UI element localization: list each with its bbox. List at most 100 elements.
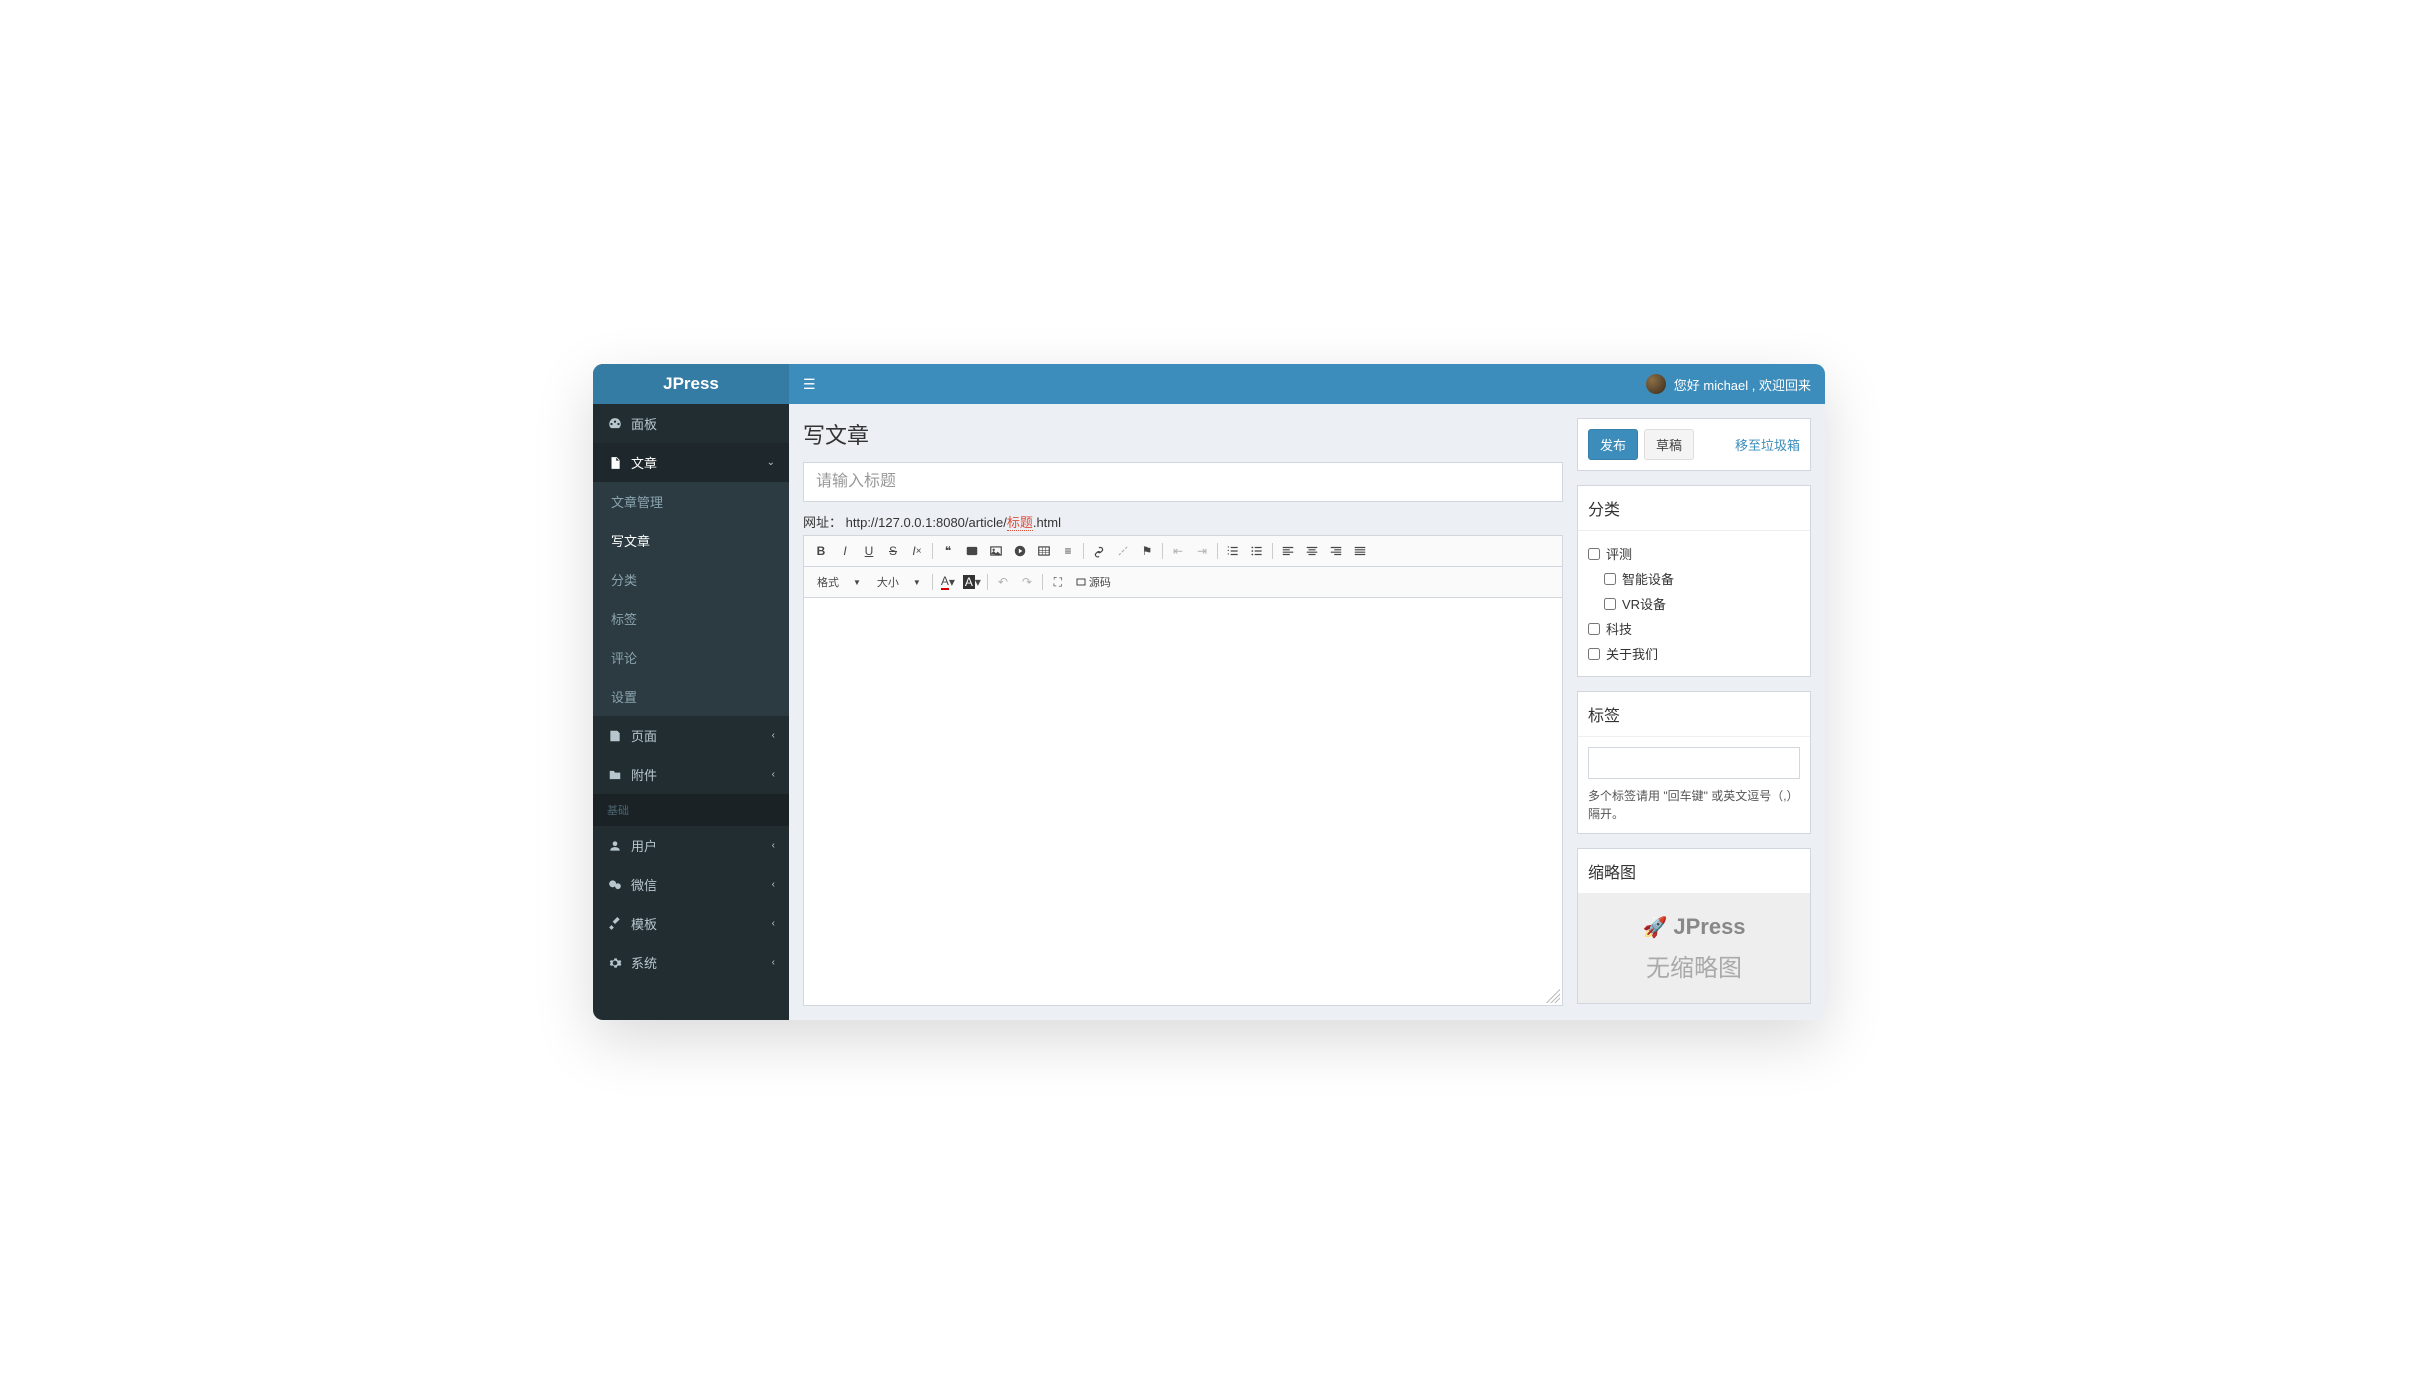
nav-article-setting[interactable]: 设置 — [593, 677, 789, 716]
no-thumbnail-text: 无缩略图 — [1578, 948, 1810, 983]
category-item[interactable]: VR设备 — [1588, 591, 1800, 616]
nav-article-tag[interactable]: 标签 — [593, 599, 789, 638]
sidebar: JPress 面板 文章 ⌄ 文章管理 写文章 分类 标签 评论 设置 页面 ‹ — [593, 364, 789, 1020]
bold-button[interactable]: B — [810, 540, 832, 562]
underline-button[interactable]: U — [858, 540, 880, 562]
nav-dashboard-label: 面板 — [631, 414, 657, 433]
nav-system[interactable]: 系统 ‹ — [593, 943, 789, 982]
indent-button[interactable]: ⇥ — [1191, 540, 1213, 562]
bg-color-button[interactable]: A▾ — [961, 571, 983, 593]
category-label: 智能设备 — [1622, 569, 1674, 588]
url-slug[interactable]: 标题 — [1007, 515, 1033, 531]
category-checkbox[interactable] — [1588, 648, 1600, 660]
url-label: 网址： — [803, 515, 842, 530]
tags-hint: 多个标签请用 "回车键" 或英文逗号（,）隔开。 — [1588, 787, 1800, 823]
nav-attachment[interactable]: 附件 ‹ — [593, 755, 789, 794]
folder-icon — [607, 768, 623, 782]
nav-article-comment[interactable]: 评论 — [593, 638, 789, 677]
url-suffix: .html — [1033, 515, 1061, 530]
chevron-left-icon: ‹ — [772, 879, 775, 890]
align-justify-button[interactable] — [1349, 540, 1371, 562]
image-button[interactable] — [985, 540, 1007, 562]
nav-page[interactable]: 页面 ‹ — [593, 716, 789, 755]
remove-format-button[interactable]: I× — [906, 540, 928, 562]
trash-link[interactable]: 移至垃圾箱 — [1735, 435, 1800, 454]
nav-article[interactable]: 文章 ⌄ — [593, 443, 789, 482]
brush-icon — [607, 917, 623, 931]
chevron-left-icon: ‹ — [772, 769, 775, 780]
category-item[interactable]: 智能设备 — [1588, 566, 1800, 591]
tags-input[interactable] — [1588, 747, 1800, 779]
nav-user[interactable]: 用户 ‹ — [593, 826, 789, 865]
chevron-down-icon: ⌄ — [767, 457, 775, 468]
category-checkbox[interactable] — [1588, 623, 1600, 635]
video-button[interactable] — [1009, 540, 1031, 562]
article-title-input[interactable] — [804, 463, 1562, 501]
nav-template-label: 模板 — [631, 914, 657, 933]
unlink-button[interactable] — [1112, 540, 1134, 562]
align-left-button[interactable] — [1277, 540, 1299, 562]
user-menu[interactable]: 您好 michael , 欢迎回来 — [1646, 374, 1811, 394]
nav-dashboard[interactable]: 面板 — [593, 404, 789, 443]
category-checkbox[interactable] — [1604, 598, 1616, 610]
italic-button[interactable]: I — [834, 540, 856, 562]
url-prefix: http://127.0.0.1:8080/article/ — [846, 515, 1007, 530]
category-title: 分类 — [1578, 486, 1810, 531]
nav-user-label: 用户 — [631, 836, 657, 855]
strike-button[interactable]: S — [882, 540, 904, 562]
anchor-button[interactable]: ⚑ — [1136, 540, 1158, 562]
wechat-icon — [607, 878, 623, 892]
category-label: 关于我们 — [1606, 644, 1658, 663]
nav-wechat[interactable]: 微信 ‹ — [593, 865, 789, 904]
hr-button[interactable]: ≡ — [1057, 540, 1079, 562]
category-item[interactable]: 评测 — [1588, 541, 1800, 566]
file-icon — [607, 456, 623, 470]
nav-attachment-label: 附件 — [631, 765, 657, 784]
brand-logo[interactable]: JPress — [593, 364, 789, 404]
redo-button[interactable]: ↷ — [1016, 571, 1038, 593]
resize-handle[interactable] — [1546, 989, 1560, 1003]
size-dropdown[interactable]: 大小▼ — [870, 571, 928, 593]
chevron-left-icon: ‹ — [772, 957, 775, 968]
text-color-button[interactable]: A▾ — [937, 571, 959, 593]
rocket-icon: 🚀 — [1642, 915, 1667, 940]
source-button[interactable]: 源码 — [1071, 571, 1115, 593]
category-checkbox[interactable] — [1588, 548, 1600, 560]
nav-article-category[interactable]: 分类 — [593, 560, 789, 599]
format-dropdown[interactable]: 格式▼ — [810, 571, 868, 593]
nav-template[interactable]: 模板 ‹ — [593, 904, 789, 943]
table-button[interactable] — [1033, 540, 1055, 562]
fullscreen-button[interactable]: ⛶ — [1047, 571, 1069, 593]
dashboard-icon — [607, 417, 623, 431]
editor-toolbar-1: B I U S I× ❝ ≡ — [804, 536, 1562, 567]
unordered-list-button[interactable] — [1246, 540, 1268, 562]
chevron-left-icon: ‹ — [772, 730, 775, 741]
nav-system-label: 系统 — [631, 953, 657, 972]
tags-title: 标签 — [1578, 692, 1810, 737]
category-checkbox[interactable] — [1604, 573, 1616, 585]
outdent-button[interactable]: ⇤ — [1167, 540, 1189, 562]
publish-box: 发布 草稿 移至垃圾箱 — [1577, 418, 1811, 471]
draft-button[interactable]: 草稿 — [1644, 429, 1694, 460]
ordered-list-button[interactable] — [1222, 540, 1244, 562]
editor-content[interactable] — [804, 598, 1562, 1005]
undo-button[interactable]: ↶ — [992, 571, 1014, 593]
greeting-text: 您好 michael , 欢迎回来 — [1674, 375, 1811, 394]
publish-button[interactable]: 发布 — [1588, 429, 1638, 460]
thumbnail-preview[interactable]: 🚀JPress 无缩略图 — [1578, 894, 1810, 1003]
link-button[interactable] — [1088, 540, 1110, 562]
category-item[interactable]: 科技 — [1588, 616, 1800, 641]
nav-section-base: 基础 — [593, 794, 789, 826]
avatar — [1646, 374, 1666, 394]
category-item[interactable]: 关于我们 — [1588, 641, 1800, 666]
align-center-button[interactable] — [1301, 540, 1323, 562]
code-button[interactable] — [961, 540, 983, 562]
sidebar-toggle[interactable]: ☰ — [803, 376, 816, 393]
tags-box: 标签 多个标签请用 "回车键" 或英文逗号（,）隔开。 — [1577, 691, 1811, 834]
chevron-left-icon: ‹ — [772, 840, 775, 851]
nav-article-write[interactable]: 写文章 — [593, 521, 789, 560]
nav-article-manage[interactable]: 文章管理 — [593, 482, 789, 521]
align-right-button[interactable] — [1325, 540, 1347, 562]
permalink-row: 网址： http://127.0.0.1:8080/article/标题.htm… — [803, 512, 1563, 531]
blockquote-button[interactable]: ❝ — [937, 540, 959, 562]
